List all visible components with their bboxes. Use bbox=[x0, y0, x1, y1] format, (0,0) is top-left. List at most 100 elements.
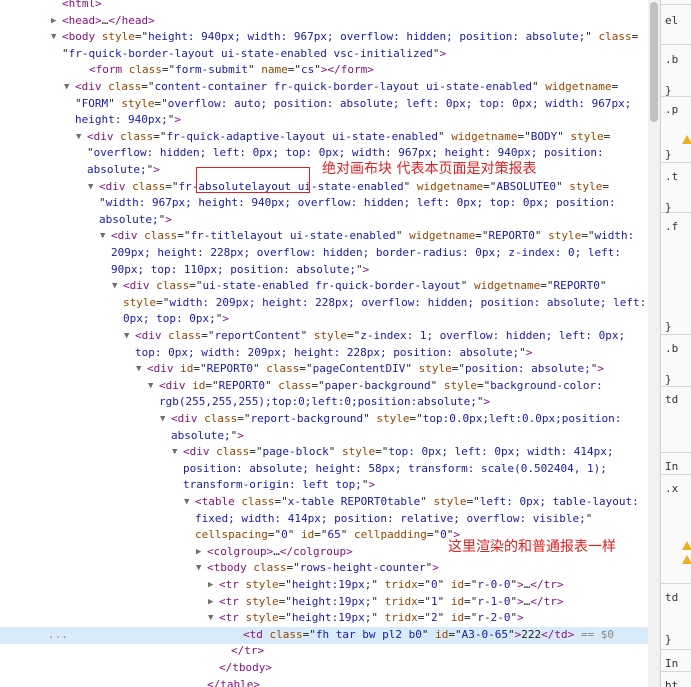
dom-node-line[interactable]: style="width: 209px; height: 228px; over… bbox=[0, 295, 660, 312]
style-rule-text[interactable]: } bbox=[665, 84, 672, 97]
style-rule-text[interactable]: .b bbox=[665, 53, 678, 66]
dom-node-line[interactable]: transform-origin: left top;"> bbox=[0, 477, 660, 494]
dom-node-line[interactable]: ▼ <div class="fr-absolutelayout ui-state-… bbox=[0, 179, 660, 196]
style-rule-divider bbox=[661, 649, 691, 650]
styles-pane[interactable]: el .b} .p} .t} .f} .b} td In .x td} In ht bbox=[660, 0, 691, 687]
collapse-arrow-icon[interactable]: ▼ bbox=[88, 179, 93, 196]
collapse-arrow-icon[interactable]: ▼ bbox=[100, 228, 105, 245]
dom-node-line[interactable]: ▼ <tr style="height:19px;" tridx="2" id="… bbox=[0, 610, 660, 627]
dom-node-line[interactable]: ▼ <body style="height: 940px; width: 967p… bbox=[0, 29, 660, 46]
dom-node-selected[interactable]: ... <td class="fh tar bw pl2 b0" id="A3-0… bbox=[0, 626, 660, 644]
expand-arrow-icon[interactable]: ▶ bbox=[208, 594, 213, 611]
style-rule-text[interactable]: .b bbox=[665, 342, 678, 355]
dom-node-line[interactable]: </table> bbox=[0, 677, 660, 687]
dom-node-line[interactable]: ▶ <tr style="height:19px;" tridx="1" id="… bbox=[0, 594, 660, 611]
collapse-arrow-icon[interactable]: ▼ bbox=[160, 411, 165, 428]
dom-node-markup: "FORM" style="overflow: auto; position: … bbox=[75, 96, 632, 110]
style-rule-text[interactable]: } bbox=[665, 201, 672, 214]
collapse-arrow-icon[interactable]: ▼ bbox=[64, 79, 69, 96]
style-rule-divider bbox=[661, 583, 691, 584]
dom-node-line[interactable]: "width: 967px; height: 940px; overflow: … bbox=[0, 195, 660, 212]
dom-node-line[interactable]: absolute;"> bbox=[0, 212, 660, 229]
dom-node-line[interactable]: </tbody> bbox=[0, 660, 660, 677]
dom-node-markup: <head>…</head> bbox=[62, 13, 155, 27]
dom-node-line[interactable]: fixed; width: 414px; position: relative;… bbox=[0, 511, 660, 528]
dom-node-markup: <tr style="height:19px;" tridx="0" id="r… bbox=[219, 578, 564, 591]
dom-node-line[interactable]: 209px; height: 228px; overflow: hidden; … bbox=[0, 245, 660, 262]
dom-node-markup: <tr style="height:19px;" tridx="1" id="r… bbox=[219, 594, 564, 608]
dom-node-line[interactable]: ▼ <div class="reportContent" style="z-ind… bbox=[0, 328, 660, 345]
dom-node-markup: rgb(255,255,255);top:0;left:0;position:a… bbox=[159, 395, 491, 409]
dom-node-line[interactable]: ▼ <table class="x-table REPORT0table" sty… bbox=[0, 494, 660, 511]
dom-node-line[interactable]: rgb(255,255,255);top:0;left:0;position:a… bbox=[0, 394, 660, 411]
style-rule-text[interactable]: td bbox=[665, 591, 678, 604]
dom-node-line[interactable]: position: absolute; height: 58px; transf… bbox=[0, 461, 660, 478]
style-rule-text[interactable]: .p bbox=[665, 103, 678, 116]
dom-node-line[interactable]: <html> bbox=[0, 0, 660, 13]
dom-node-markup: <div class="page-block" style="top: 0px;… bbox=[183, 445, 614, 459]
style-rule-text[interactable]: ht bbox=[665, 679, 678, 687]
dom-node-line[interactable]: "fr-quick-border-layout ui-state-enabled… bbox=[0, 46, 660, 63]
dom-node-markup: position: absolute; height: 58px; transf… bbox=[183, 461, 607, 475]
dom-node-line[interactable]: height: 940px;"> bbox=[0, 112, 660, 129]
dom-node-line[interactable]: ▶ <head>…</head> bbox=[0, 13, 660, 30]
dom-node-line[interactable]: </tr> bbox=[0, 643, 660, 660]
dom-node-line[interactable]: top: 0px; width: 209px; height: 228px; p… bbox=[0, 345, 660, 362]
dom-node-line[interactable]: ▼ <div id="REPORT0" class="paper-backgrou… bbox=[0, 378, 660, 395]
dom-node-markup: absolute;"> bbox=[99, 212, 172, 226]
dom-node-line[interactable]: ▼ <div class="fr-quick-adaptive-layout ui… bbox=[0, 129, 660, 146]
collapse-arrow-icon[interactable]: ▼ bbox=[184, 494, 189, 511]
collapse-arrow-icon[interactable]: ▼ bbox=[196, 560, 201, 577]
dom-node-markup: <form class="form-submit" name="cs"></fo… bbox=[89, 63, 374, 77]
collapse-arrow-icon[interactable]: ▼ bbox=[148, 378, 153, 395]
style-rule-text[interactable]: In bbox=[665, 460, 678, 473]
dom-node-markup: <div class="report-background" style="to… bbox=[171, 412, 622, 425]
dom-node-line[interactable]: ▼ <div class="report-background" style="t… bbox=[0, 411, 660, 428]
collapse-arrow-icon[interactable]: ▼ bbox=[172, 444, 177, 461]
more-actions-icon[interactable]: ... bbox=[48, 627, 68, 644]
style-rule-text[interactable]: el bbox=[665, 14, 678, 27]
style-rule-text[interactable]: } bbox=[665, 633, 672, 646]
warning-icon bbox=[682, 555, 691, 564]
collapse-arrow-icon[interactable]: ▼ bbox=[76, 129, 81, 146]
elements-dom-tree[interactable]: <html> ▶ <head>…</head> ▼ <body style="heigh… bbox=[0, 0, 660, 687]
dom-node-line[interactable]: "FORM" style="overflow: auto; position: … bbox=[0, 96, 660, 113]
collapse-arrow-icon[interactable]: ▼ bbox=[208, 610, 213, 627]
collapse-arrow-icon[interactable]: ▼ bbox=[51, 29, 56, 46]
collapse-arrow-icon[interactable]: ▼ bbox=[112, 278, 117, 295]
dom-node-line[interactable]: absolute;"> bbox=[0, 428, 660, 445]
style-rule-text[interactable]: } bbox=[665, 148, 672, 161]
expand-arrow-icon[interactable]: ▶ bbox=[208, 577, 213, 594]
dom-node-line[interactable]: ▼ <div class="content-container fr-quick-… bbox=[0, 79, 660, 96]
expand-arrow-icon[interactable]: ▶ bbox=[51, 13, 56, 30]
collapse-arrow-icon[interactable]: ▼ bbox=[136, 361, 141, 378]
style-rule-text[interactable]: } bbox=[665, 373, 672, 386]
style-rule-text[interactable]: .f bbox=[665, 220, 678, 233]
dom-node-markup: 0px; top: 0px;"> bbox=[123, 312, 229, 326]
style-rule-text[interactable]: td bbox=[665, 393, 678, 406]
dom-node-markup: "fr-quick-border-layout ui-state-enabled… bbox=[62, 46, 447, 60]
warning-icon bbox=[682, 541, 691, 550]
dom-tree-scrollbar[interactable] bbox=[648, 0, 660, 687]
dom-node-line[interactable]: ▼ <div id="REPORT0" class="pageContentDIV… bbox=[0, 361, 660, 378]
dom-node-line[interactable]: ▶ <tr style="height:19px;" tridx="0" id="… bbox=[0, 577, 660, 594]
style-rule-text[interactable]: .x bbox=[665, 482, 678, 495]
style-rule-text[interactable]: .t bbox=[665, 170, 678, 183]
dom-node-line[interactable]: <form class="form-submit" name="cs"></fo… bbox=[0, 62, 660, 79]
dom-node-markup: <tr style="height:19px;" tridx="2" id="r… bbox=[219, 611, 524, 625]
style-rule-divider bbox=[661, 44, 691, 45]
expand-arrow-icon[interactable]: ▶ bbox=[196, 544, 201, 561]
dom-node-markup: <div class="fr-titlelayout ui-state-enab… bbox=[111, 229, 635, 243]
style-rule-divider bbox=[661, 4, 691, 5]
style-rule-text[interactable]: In bbox=[665, 657, 678, 670]
dom-node-line[interactable]: 90px; top: 110px; position: absolute;"> bbox=[0, 262, 660, 279]
style-rule-divider bbox=[661, 162, 691, 163]
dom-node-line[interactable]: 0px; top: 0px;"> bbox=[0, 311, 660, 328]
collapse-arrow-icon[interactable]: ▼ bbox=[124, 328, 129, 345]
dom-node-line[interactable]: ▼ <tbody class="rows-height-counter"> bbox=[0, 560, 660, 577]
dom-node-line[interactable]: ▼ <div class="fr-titlelayout ui-state-ena… bbox=[0, 228, 660, 245]
dom-node-line[interactable]: ▼ <div class="ui-state-enabled fr-quick-b… bbox=[0, 278, 660, 295]
scrollbar-thumb[interactable] bbox=[650, 2, 658, 122]
style-rule-text[interactable]: } bbox=[665, 320, 672, 333]
dom-node-line[interactable]: ▼ <div class="page-block" style="top: 0px… bbox=[0, 444, 660, 461]
